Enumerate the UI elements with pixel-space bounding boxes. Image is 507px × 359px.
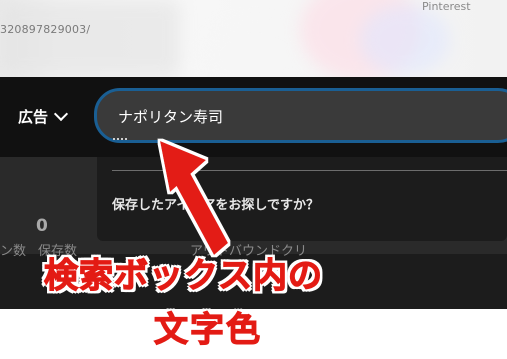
content-area-lower — [0, 254, 507, 309]
pin-url-fragment: 320897829003/ — [0, 23, 91, 36]
ads-menu-label: 広告 — [18, 107, 49, 126]
pinterest-brand-text: Pinterest — [422, 0, 471, 13]
ime-underline — [113, 138, 127, 140]
image-blur-center — [200, 20, 310, 77]
stat-value: 0 — [36, 216, 48, 236]
stat-label-outbound-clicks: アウトバウンドクリ — [190, 244, 308, 259]
screenshot-canvas: 320897829003/ Pinterest 広告 保存したアイデアをお探しで… — [0, 0, 507, 359]
search-box[interactable] — [94, 88, 507, 143]
ads-menu-button[interactable]: 広告 — [0, 101, 85, 131]
pin-image-area: 320897829003/ Pinterest — [0, 0, 507, 77]
annotation-caption-line2: 文字色 — [153, 309, 262, 350]
stat-label-saves: 保存数 — [38, 244, 78, 259]
saved-ideas-prompt-link[interactable]: 保存したアイデアをお探しですか？ — [112, 194, 319, 213]
dropdown-divider — [112, 170, 507, 171]
image-blur-blue — [360, 5, 450, 75]
chevron-down-icon — [53, 106, 69, 122]
image-blur-left — [0, 0, 180, 77]
stat-label-impressions: ン数 — [0, 244, 27, 259]
search-input[interactable] — [116, 91, 500, 142]
